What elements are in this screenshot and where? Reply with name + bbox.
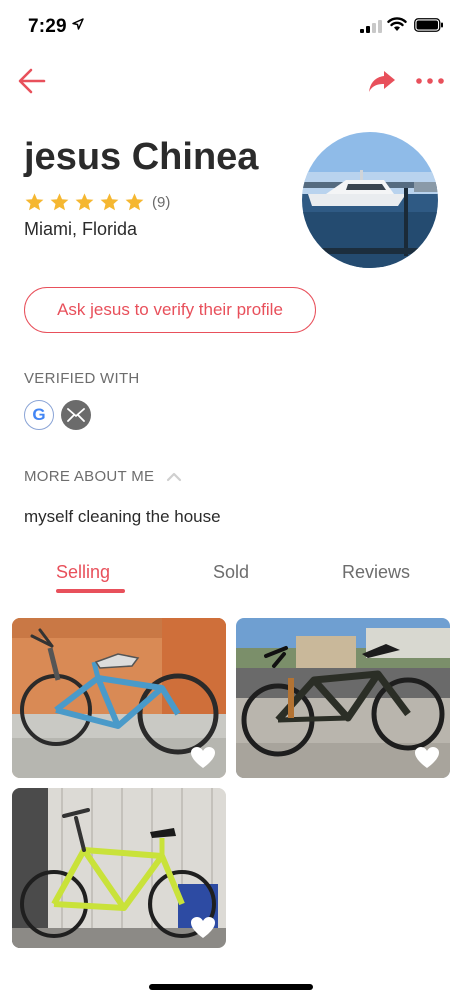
listing-card[interactable]	[236, 618, 450, 778]
review-count: (9)	[152, 193, 171, 211]
signal-icon	[360, 20, 382, 33]
star-icon	[100, 192, 119, 210]
battery-icon	[414, 18, 443, 32]
google-icon: G	[24, 400, 54, 430]
listing-card[interactable]	[12, 618, 226, 778]
rating-stars: (9)	[24, 191, 170, 213]
wifi-icon	[387, 17, 407, 31]
more-about-heading[interactable]: MORE ABOUT ME	[24, 468, 182, 485]
avatar[interactable]	[302, 132, 438, 268]
more-about-label: MORE ABOUT ME	[24, 468, 155, 485]
star-icon	[50, 192, 69, 210]
tab-sold[interactable]: Sold	[213, 562, 249, 583]
profile-name: jesus Chinea	[24, 136, 259, 178]
about-text: myself cleaning the house	[24, 507, 221, 526]
star-icon	[75, 192, 94, 210]
location-arrow-icon	[72, 18, 84, 30]
tab-reviews[interactable]: Reviews	[342, 562, 410, 583]
chevron-up-icon[interactable]	[166, 472, 182, 482]
ask-verify-button[interactable]: Ask jesus to verify their profile	[24, 287, 316, 333]
back-arrow-icon[interactable]	[16, 64, 50, 98]
email-icon	[61, 400, 91, 430]
star-icon	[25, 192, 44, 210]
more-options-icon[interactable]	[414, 70, 446, 92]
avatar-yacht-photo	[302, 132, 438, 268]
active-tab-indicator	[56, 589, 125, 593]
home-indicator[interactable]	[149, 984, 313, 990]
status-bar: 7:29	[0, 0, 462, 52]
profile-location: Miami, Florida	[24, 219, 138, 239]
status-time: 7:29	[28, 16, 67, 37]
google-letter: G	[32, 405, 46, 424]
star-icon	[125, 192, 144, 210]
nav-bar	[0, 56, 462, 106]
heart-icon[interactable]	[414, 746, 440, 770]
heart-icon[interactable]	[190, 916, 216, 940]
heart-icon[interactable]	[190, 746, 216, 770]
share-icon[interactable]	[366, 66, 398, 96]
listing-card[interactable]	[12, 788, 226, 948]
tab-selling[interactable]: Selling	[56, 562, 110, 583]
verified-with-heading: VERIFIED WITH	[24, 370, 140, 387]
